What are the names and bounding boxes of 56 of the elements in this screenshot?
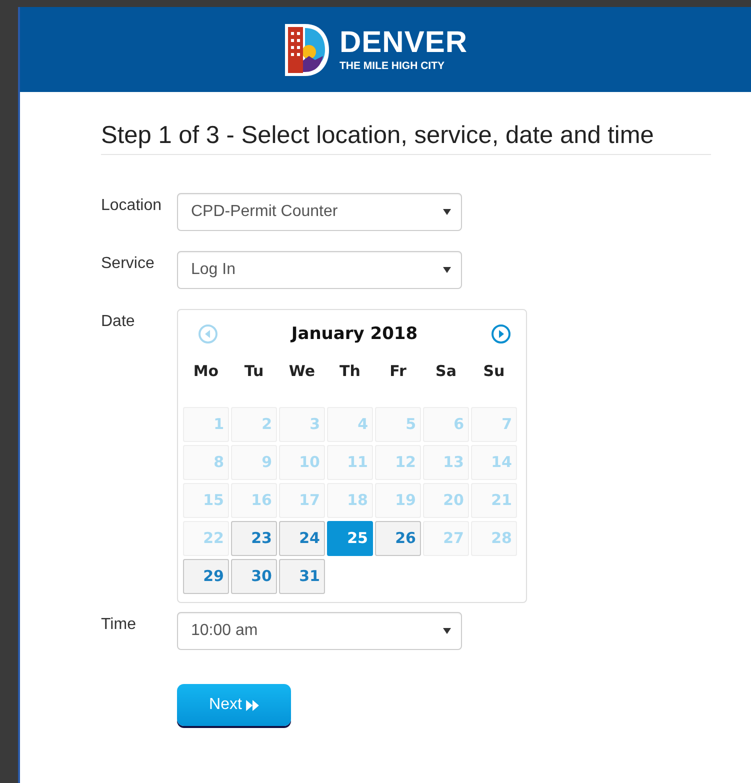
field-label: Service bbox=[101, 254, 154, 274]
calendar-day: 4 bbox=[327, 407, 373, 442]
calendar-day: 3 bbox=[279, 407, 325, 442]
calendar-day: 21 bbox=[471, 483, 517, 518]
calendar-day: 15 bbox=[183, 483, 229, 518]
calendar-day: 5 bbox=[375, 407, 421, 442]
calendar-day: 17 bbox=[279, 483, 325, 518]
select-field[interactable]: 10:00 am bbox=[177, 612, 462, 650]
caret-icon bbox=[443, 209, 451, 215]
logo-subtitle: THE MILE HIGH CITY bbox=[339, 60, 444, 72]
calendar-day: 1 bbox=[183, 407, 229, 442]
weekday-label: Mo bbox=[192, 362, 220, 382]
calendar-day[interactable]: 23 bbox=[231, 521, 277, 556]
weekday-label: We bbox=[288, 362, 316, 382]
calendar-day: 19 bbox=[375, 483, 421, 518]
select-field[interactable]: CPD-Permit Counter bbox=[177, 193, 462, 231]
caret-icon bbox=[443, 628, 451, 634]
logo-title: DENVER bbox=[339, 28, 468, 58]
calendar-day: 7 bbox=[471, 407, 517, 442]
calendar-day: 12 bbox=[375, 445, 421, 480]
calendar-day: 14 bbox=[471, 445, 517, 480]
calendar-day: 10 bbox=[279, 445, 325, 480]
calendar-day: 20 bbox=[423, 483, 469, 518]
calendar-day[interactable]: 31 bbox=[279, 559, 325, 594]
field-label: Time bbox=[101, 615, 136, 635]
next-month-icon[interactable] bbox=[490, 324, 511, 344]
logo-icon bbox=[283, 22, 330, 78]
calendar-day: 11 bbox=[327, 445, 373, 480]
calendar-day: 6 bbox=[423, 407, 469, 442]
field-label: Location bbox=[101, 196, 162, 216]
calendar-day: 8 bbox=[183, 445, 229, 480]
calendar-day[interactable]: 30 bbox=[231, 559, 277, 594]
weekday-label: Fr bbox=[388, 362, 408, 382]
calendar-day: 13 bbox=[423, 445, 469, 480]
calendar-day[interactable]: 25 bbox=[327, 521, 373, 556]
step-heading: Step 1 of 3 - Select location, service, date and time bbox=[101, 122, 711, 155]
caret-icon bbox=[443, 267, 451, 273]
month-title: January 2018 bbox=[291, 324, 418, 344]
field-label: Date bbox=[101, 312, 135, 332]
calendar-day[interactable]: 29 bbox=[183, 559, 229, 594]
calendar-day: 22 bbox=[183, 521, 229, 556]
calendar-day: 9 bbox=[231, 445, 277, 480]
weekday-label: Su bbox=[482, 362, 506, 382]
calendar-day[interactable]: 24 bbox=[279, 521, 325, 556]
weekday-label: Sa bbox=[434, 362, 458, 382]
calendar-day[interactable]: 26 bbox=[375, 521, 421, 556]
next-button[interactable]: Next bbox=[177, 684, 291, 726]
calendar-day: 2 bbox=[231, 407, 277, 442]
calendar-day: 28 bbox=[471, 521, 517, 556]
weekday-label: Th bbox=[338, 362, 362, 382]
calendar-day: 18 bbox=[327, 483, 373, 518]
double-arrow-icon bbox=[246, 700, 259, 710]
calendar-day: 16 bbox=[231, 483, 277, 518]
select-field[interactable]: Log In bbox=[177, 251, 462, 289]
calendar-day: 27 bbox=[423, 521, 469, 556]
weekday-label: Tu bbox=[243, 362, 265, 382]
